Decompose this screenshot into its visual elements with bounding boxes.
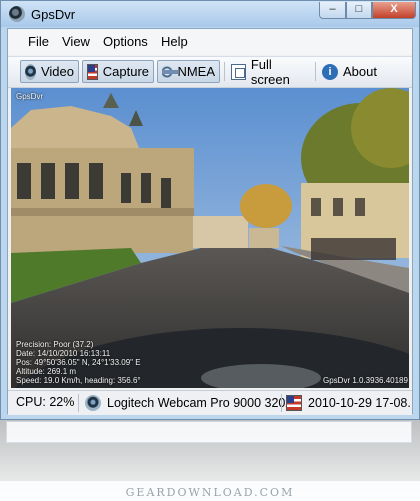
fullscreen-label: Full screen [250,56,290,87]
toolbar-separator [315,62,316,81]
satellite-icon [162,63,179,80]
window-title: GpsDvr [31,7,76,22]
video-preview[interactable]: GpsDvr Precision: Poor (37.2) Date: 14/1… [11,88,409,388]
nmea-label: NMEA [177,64,215,79]
webcam-icon [9,6,25,22]
status-bar: CPU: 22% Logitech Webcam Pro 9000 320x2 … [8,390,412,415]
maximize-button[interactable]: □ [346,2,372,19]
flag-icon [87,63,98,80]
close-button[interactable]: X [372,2,416,19]
video-label: Video [40,64,74,79]
video-button[interactable]: Video [20,60,79,83]
menu-help[interactable]: Help [161,34,188,49]
title-bar[interactable]: GpsDvr – □ X [1,1,419,27]
overlay-version: GpsDvr 1.0.3936.40189 [323,376,408,385]
datetime-status: 2010-10-29 17-08. [286,395,411,411]
capture-button[interactable]: Capture [82,60,154,83]
minimize-button[interactable]: – [319,2,346,19]
toolbar: Video Capture NMEA Full screen i About [8,56,412,88]
client-area: File View Options Help Video Capture NME… [7,28,413,415]
webcam-icon [25,63,36,80]
menu-view[interactable]: View [62,34,90,49]
cpu-status: CPU: 22% [16,395,74,409]
overlay-speed: Speed: 19.0 Km/h, heading: 356.6° [16,376,141,385]
status-divider [281,394,282,412]
camera-status: Logitech Webcam Pro 9000 320x2 [85,395,299,411]
about-button[interactable]: i About [318,60,384,83]
overlay-app-name: GpsDvr [16,92,44,101]
capture-label: Capture [102,64,149,79]
cpu-label: CPU: 22% [16,395,75,409]
status-divider [78,394,79,412]
about-label: About [343,64,377,79]
toolbar-separator [224,62,225,81]
menu-file[interactable]: File [28,34,49,49]
datetime-label: 2010-10-29 17-08. [308,396,411,410]
fullscreen-icon [231,63,246,80]
info-icon: i [322,63,338,80]
watermark: GEARDOWNLOAD.COM [125,486,295,499]
flag-icon [286,395,302,411]
fullscreen-button[interactable]: Full screen [227,57,313,87]
menu-bar: File View Options Help [8,29,412,55]
nmea-button[interactable]: NMEA [157,60,220,83]
app-window: GpsDvr – □ X File View Options Help Vide… [0,0,420,420]
menu-options[interactable]: Options [103,34,148,49]
camera-label: Logitech Webcam Pro 9000 320x2 [107,396,299,410]
webcam-icon [85,395,101,411]
